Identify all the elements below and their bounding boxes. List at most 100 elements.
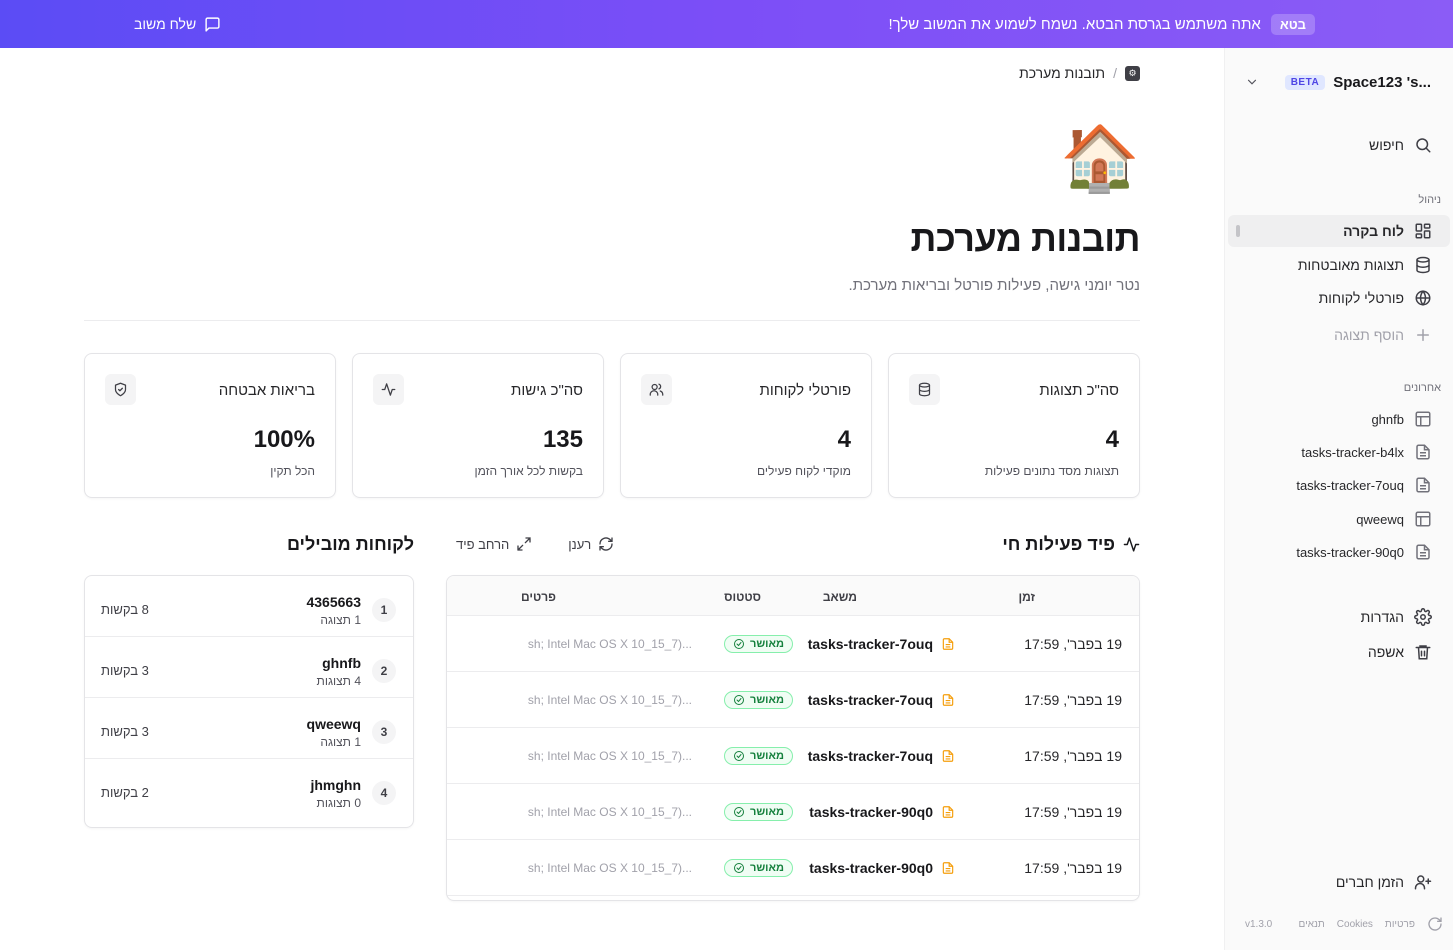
sidebar-item-secure-views[interactable]: תצוגות מאובטחות bbox=[1229, 249, 1441, 281]
row-resource[interactable]: tasks-tracker-90q0 bbox=[809, 784, 955, 840]
message-square-icon bbox=[205, 16, 220, 32]
stat-value: 4 bbox=[837, 426, 851, 453]
document-icon bbox=[942, 638, 954, 650]
sidebar-trash[interactable]: אשפה bbox=[1229, 636, 1441, 668]
row-resource[interactable]: tasks-tracker-7ouq bbox=[808, 616, 955, 672]
sidebar-item-label: הוסף תצוגה bbox=[1334, 327, 1404, 343]
table-row[interactable]: 19 בפבר', 17:59 tasks-tracker-7ouq מאושר… bbox=[447, 728, 1139, 784]
row-status-cell: מאושר bbox=[723, 840, 793, 896]
drag-handle[interactable] bbox=[1236, 225, 1240, 237]
client-views: 1 תצוגה bbox=[320, 735, 361, 749]
stat-value: 4 bbox=[1105, 426, 1119, 453]
manage-heading: ניהול bbox=[1418, 194, 1441, 206]
list-item[interactable]: 1 4365663 1 תצוגה 8 בקשות bbox=[85, 576, 413, 637]
sidebar-item-label: לוח בקרה bbox=[1343, 223, 1404, 239]
feed-actions: רענן הרחב פיד bbox=[456, 536, 614, 552]
list-item[interactable]: 2 ghnfb 4 תצוגות 3 בקשות bbox=[85, 637, 413, 698]
globe-icon bbox=[1415, 290, 1431, 306]
live-feed-heading: פיד פעילות חי bbox=[1002, 534, 1140, 555]
client-requests: 8 בקשות bbox=[101, 602, 149, 617]
activity-icon bbox=[1123, 537, 1140, 552]
breadcrumb: ⚙ / תובנות מערכת bbox=[1019, 65, 1140, 81]
row-status-cell: מאושר bbox=[723, 616, 793, 672]
rank-badge: 2 bbox=[372, 659, 396, 683]
refresh-button[interactable]: רענן bbox=[568, 536, 614, 552]
sidebar-recent-item[interactable]: tasks-tracker-b4lx bbox=[1229, 436, 1441, 468]
row-time: 19 בפבר', 17:59 bbox=[1024, 860, 1122, 876]
sidebar-item-label: פורטלי לקוחות bbox=[1318, 290, 1404, 306]
row-resource[interactable]: tasks-tracker-90q0 bbox=[809, 840, 955, 896]
status-badge: מאושר bbox=[723, 803, 793, 821]
row-details: sh; Intel Mac OS X 10_15_7)... bbox=[527, 805, 692, 819]
expand-feed-label: הרחב פיד bbox=[456, 536, 510, 552]
terms-link[interactable]: תנאים bbox=[1299, 919, 1325, 930]
shield-check-icon bbox=[105, 374, 136, 405]
workspace-switcher[interactable]: Space123 's... BETA bbox=[1245, 70, 1431, 94]
table-row[interactable]: 19 בפבר', 17:59 tasks-tracker-7ouq מאושר… bbox=[447, 672, 1139, 728]
users-icon bbox=[641, 374, 672, 405]
column-header-status[interactable]: סטטוס bbox=[724, 590, 761, 604]
resource-name: tasks-tracker-7ouq bbox=[807, 748, 933, 764]
invite-members-label: הזמן חברים bbox=[1335, 874, 1404, 890]
send-feedback-button[interactable]: שלח משוב bbox=[134, 16, 221, 33]
sidebar-settings[interactable]: הגדרות bbox=[1229, 601, 1441, 633]
sidebar-recent-item[interactable]: qweewq bbox=[1229, 503, 1441, 535]
row-resource[interactable]: tasks-tracker-7ouq bbox=[808, 672, 955, 728]
gear-icon bbox=[1414, 608, 1432, 626]
column-header-time[interactable]: זמן bbox=[1019, 590, 1035, 604]
status-badge: מאושר bbox=[723, 635, 793, 653]
rank-badge: 4 bbox=[372, 781, 396, 805]
stat-note: בקשות לכל אורך הזמן bbox=[474, 464, 583, 478]
row-details: sh; Intel Mac OS X 10_15_7)... bbox=[527, 637, 692, 651]
database-icon bbox=[1416, 256, 1430, 274]
client-requests: 3 בקשות bbox=[101, 663, 149, 678]
search-label: חיפוש bbox=[1369, 137, 1404, 153]
table-row[interactable]: 19 בפבר', 17:59 tasks-tracker-90q0 מאושר… bbox=[447, 840, 1139, 896]
sidebar-recent-item[interactable]: tasks-tracker-90q0 bbox=[1229, 536, 1441, 568]
privacy-link[interactable]: פרטיות bbox=[1385, 919, 1415, 930]
row-time: 19 בפבר', 17:59 bbox=[1024, 636, 1122, 652]
recent-heading: אחרונים bbox=[1403, 382, 1441, 394]
sidebar-search[interactable]: חיפוש bbox=[1229, 129, 1441, 161]
client-name: qweewq bbox=[306, 716, 361, 732]
sidebar: Space123 's... BETA חיפוש ניהול לוח בקרה… bbox=[1224, 48, 1453, 950]
status-badge: מאושר bbox=[723, 747, 793, 765]
status-badge: מאושר bbox=[723, 691, 793, 709]
live-feed-title: פיד פעילות חי bbox=[1002, 534, 1115, 554]
sidebar-recent-item[interactable]: ghnfb bbox=[1229, 403, 1441, 435]
page-emoji[interactable]: 🏠 bbox=[1060, 126, 1140, 190]
sidebar-item-dashboard[interactable]: לוח בקרה bbox=[1228, 215, 1450, 247]
breadcrumb-separator: / bbox=[1113, 65, 1117, 81]
column-header-resource[interactable]: משאב bbox=[823, 590, 857, 604]
activity-table: זמן משאב סטטוס פרטים 19 בפבר', 17:59 tas… bbox=[446, 575, 1140, 901]
sidebar-item-label: tasks-tracker-90q0 bbox=[1296, 544, 1404, 560]
status-badge: מאושר bbox=[723, 859, 793, 877]
client-requests: 2 בקשות bbox=[101, 785, 149, 800]
cookies-link[interactable]: Cookies bbox=[1337, 919, 1373, 930]
column-header-details[interactable]: פרטים bbox=[521, 590, 556, 604]
refresh-icon[interactable] bbox=[1427, 916, 1443, 932]
sidebar-item-client-portals[interactable]: פורטלי לקוחות bbox=[1229, 282, 1441, 314]
list-item[interactable]: 3 qweewq 1 תצוגה 3 בקשות bbox=[85, 698, 413, 759]
sidebar-add-view[interactable]: הוסף תצוגה bbox=[1229, 319, 1441, 351]
sidebar-item-label: tasks-tracker-b4lx bbox=[1301, 444, 1404, 460]
divider bbox=[84, 320, 1140, 321]
sidebar-recent-item[interactable]: tasks-tracker-7ouq bbox=[1229, 469, 1441, 501]
client-name: ghnfb bbox=[322, 655, 361, 671]
list-item[interactable]: 4 jhmghn 0 תצוגות 2 בקשות bbox=[85, 759, 413, 820]
sidebar-item-label: tasks-tracker-7ouq bbox=[1296, 477, 1404, 493]
sidebar-item-label: qweewq bbox=[1356, 511, 1404, 527]
resource-name: tasks-tracker-7ouq bbox=[807, 636, 933, 652]
document-icon bbox=[1416, 444, 1430, 460]
row-time: 19 בפבר', 17:59 bbox=[1024, 804, 1122, 820]
table-row[interactable]: 19 בפבר', 17:59 tasks-tracker-7ouq מאושר… bbox=[447, 616, 1139, 672]
expand-feed-button[interactable]: הרחב פיד bbox=[456, 536, 532, 552]
invite-members-button[interactable]: הזמן חברים bbox=[1229, 866, 1441, 898]
top-clients-list: 1 4365663 1 תצוגה 8 בקשות 2 ghnfb 4 תצוג… bbox=[84, 575, 414, 828]
table-row[interactable]: 19 בפבר', 17:59 tasks-tracker-90q0 מאושר… bbox=[447, 784, 1139, 840]
stat-title: פורטלי לקוחות bbox=[759, 382, 851, 399]
breadcrumb-current[interactable]: תובנות מערכת bbox=[1019, 65, 1105, 81]
workspace-name: Space123 's... bbox=[1333, 73, 1431, 91]
row-resource[interactable]: tasks-tracker-7ouq bbox=[808, 728, 955, 784]
page-subtitle: נטר יומני גישה, פעילות פורטל ובריאות מער… bbox=[848, 277, 1140, 294]
